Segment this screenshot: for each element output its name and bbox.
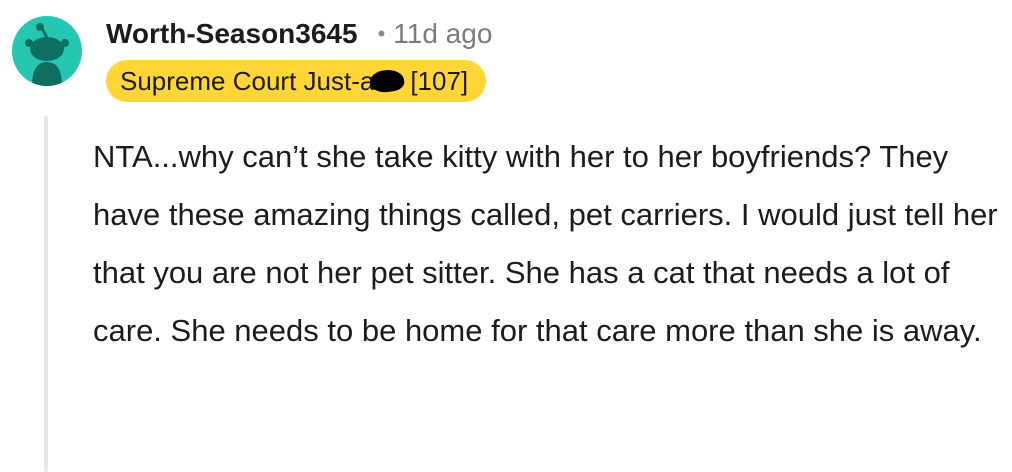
user-flair: Supreme Court Just-a [107] — [106, 60, 487, 102]
flair-count: [107] — [410, 65, 469, 96]
separator-dot: • — [377, 21, 386, 46]
thread-line[interactable] — [44, 116, 48, 472]
flair-text: Supreme Court Just-a — [120, 65, 375, 96]
comment-body: NTA...why can’t she take kitty with her … — [93, 128, 998, 360]
comment-text: NTA...why can’t she take kitty with her … — [93, 139, 998, 348]
snoo-avatar-icon — [25, 23, 69, 86]
comment: Worth-Season3645 • 11d ago Supreme Court… — [0, 0, 1012, 472]
username-link[interactable]: Worth-Season3645 — [106, 18, 358, 50]
comment-header: Worth-Season3645 • 11d ago — [106, 10, 492, 58]
redaction-scribble — [368, 67, 406, 95]
timestamp[interactable]: 11d ago — [393, 18, 492, 50]
user-avatar-icon[interactable] — [12, 16, 82, 86]
